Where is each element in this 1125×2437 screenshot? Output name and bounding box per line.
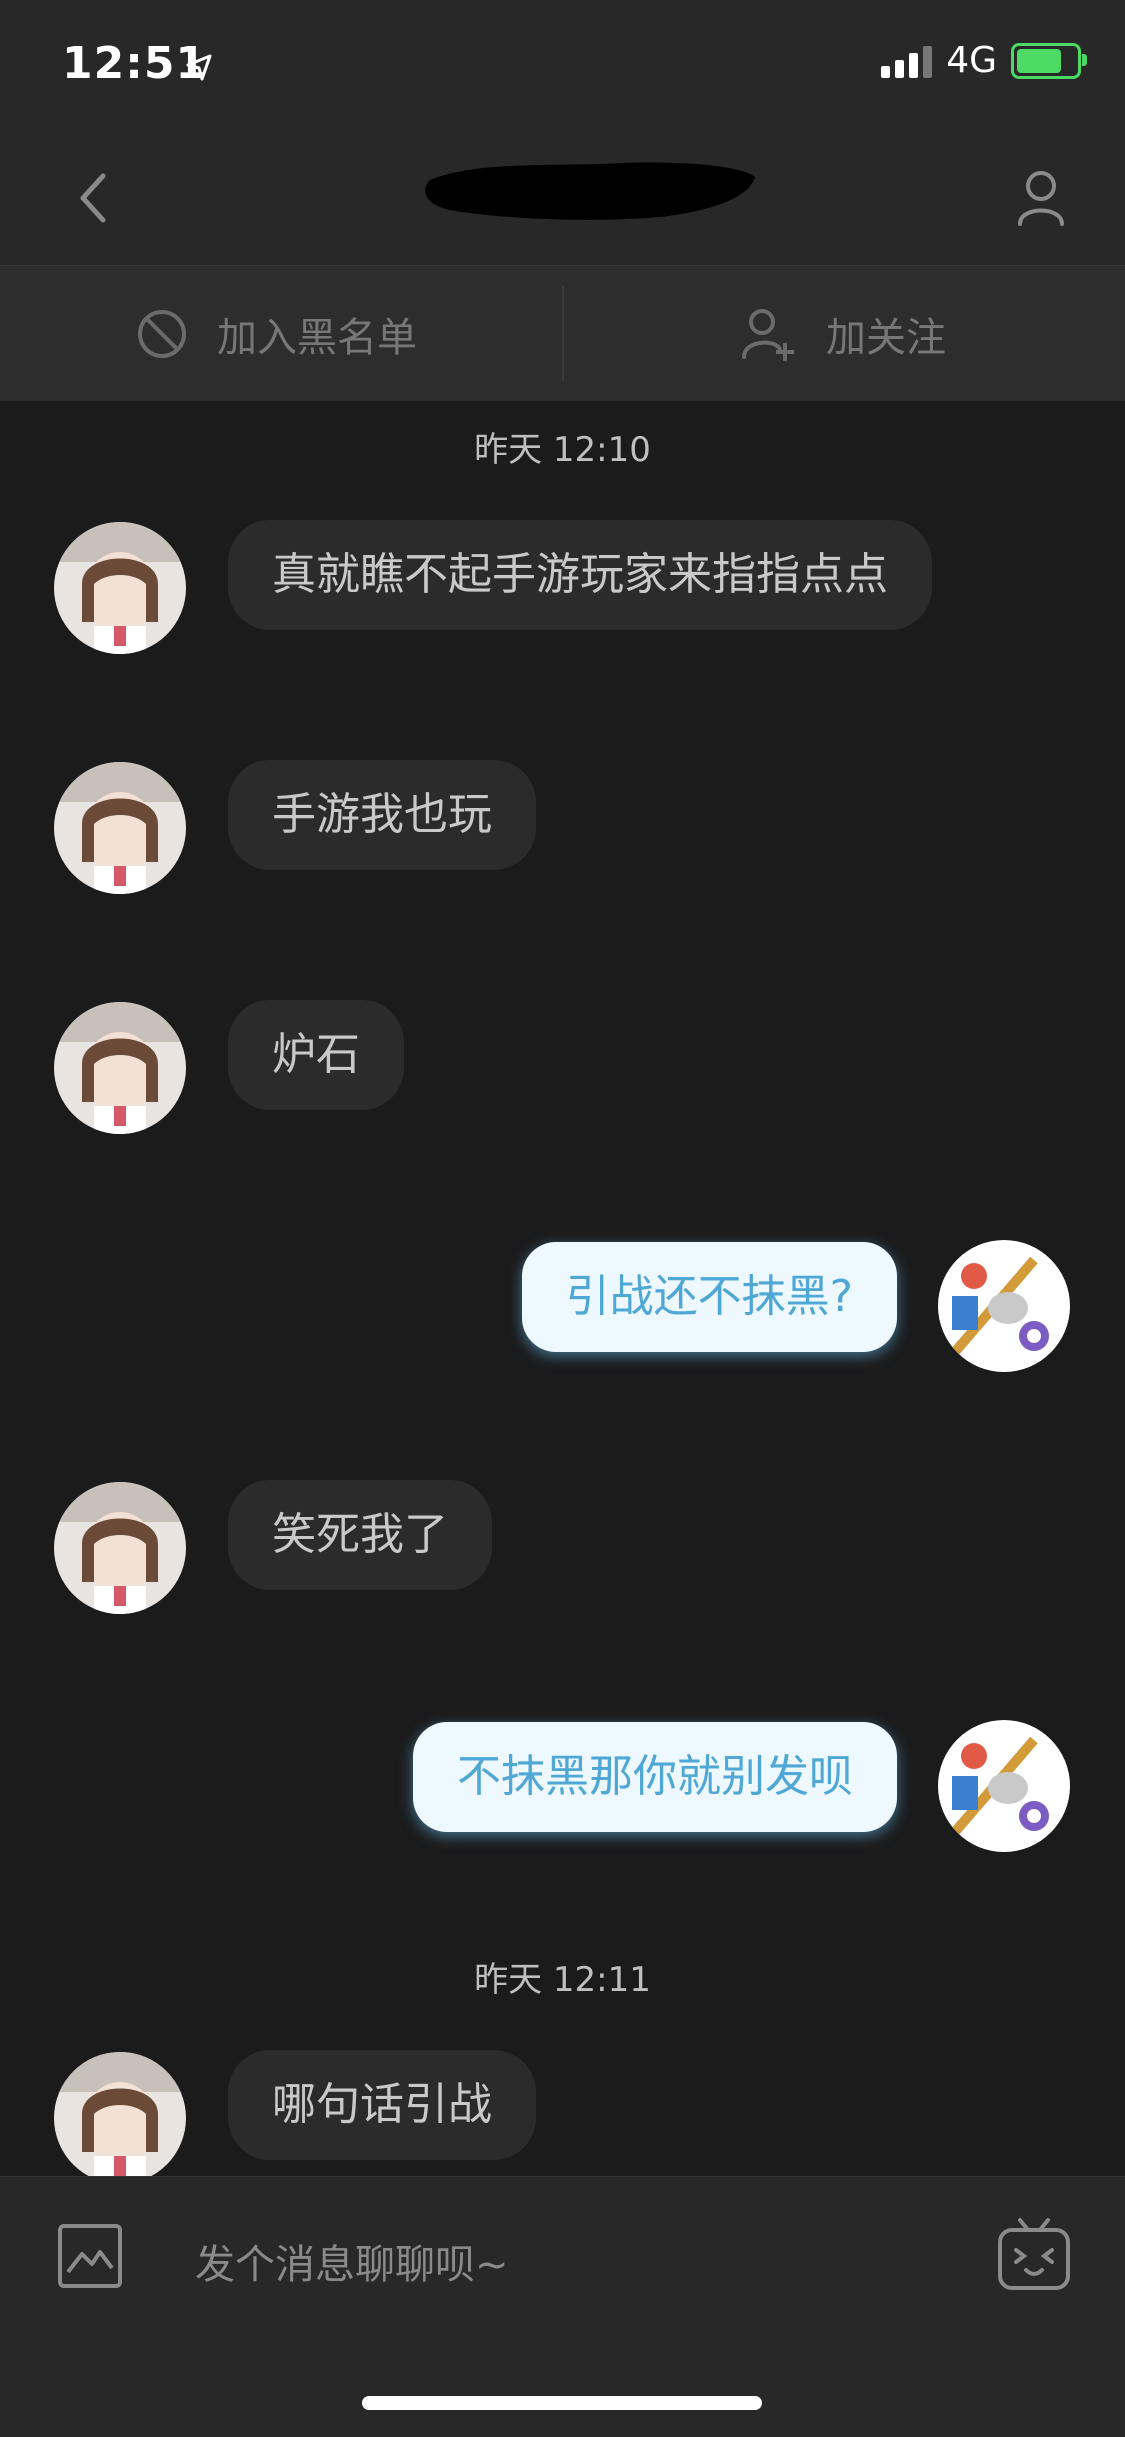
outgoing-message[interactable]: 不抹黑那你就别发呗	[413, 1722, 897, 1832]
contact-avatar[interactable]	[54, 2052, 186, 2184]
follow-label: 加关注	[826, 314, 946, 361]
contact-avatar[interactable]	[54, 522, 186, 654]
timestamp: 昨天 12:11	[474, 1960, 651, 2000]
add-user-icon	[742, 308, 794, 361]
block-icon	[138, 309, 186, 358]
location-arrow-icon	[186, 54, 212, 81]
contact-avatar[interactable]	[54, 1482, 186, 1614]
action-toolbar: 加入黑名单 加关注	[0, 265, 1125, 401]
toolbar-divider	[562, 286, 564, 381]
battery-icon	[1011, 42, 1087, 79]
incoming-message[interactable]: 手游我也玩	[228, 760, 536, 870]
status-indicators: 4G	[881, 40, 1087, 81]
network-label: 4G	[946, 40, 997, 81]
user-profile-icon[interactable]	[1016, 168, 1066, 228]
follow-button[interactable]: 加关注	[740, 266, 946, 401]
redacted-title	[420, 155, 760, 225]
signal-icon	[881, 44, 933, 78]
my-avatar[interactable]	[938, 1720, 1070, 1852]
message-input[interactable]: 发个消息聊聊呗~	[195, 2232, 509, 2290]
contact-avatar[interactable]	[54, 762, 186, 894]
incoming-message[interactable]: 笑死我了	[228, 1480, 492, 1590]
contact-avatar[interactable]	[54, 1002, 186, 1134]
image-picker-icon[interactable]	[56, 2222, 124, 2290]
incoming-message[interactable]: 真就瞧不起手游玩家来指指点点	[228, 520, 932, 630]
incoming-message[interactable]: 哪句话引战	[228, 2050, 536, 2160]
blacklist-label: 加入黑名单	[217, 314, 417, 361]
back-arrow-icon[interactable]	[75, 170, 111, 226]
emoji-icon[interactable]	[996, 2216, 1072, 2292]
my-avatar[interactable]	[938, 1240, 1070, 1372]
timestamp: 昨天 12:10	[474, 430, 651, 470]
outgoing-message[interactable]: 引战还不抹黑?	[521, 1242, 897, 1352]
home-indicator[interactable]	[362, 2396, 762, 2410]
incoming-message[interactable]: 炉石	[228, 1000, 404, 1110]
blacklist-button[interactable]: 加入黑名单	[135, 266, 417, 401]
